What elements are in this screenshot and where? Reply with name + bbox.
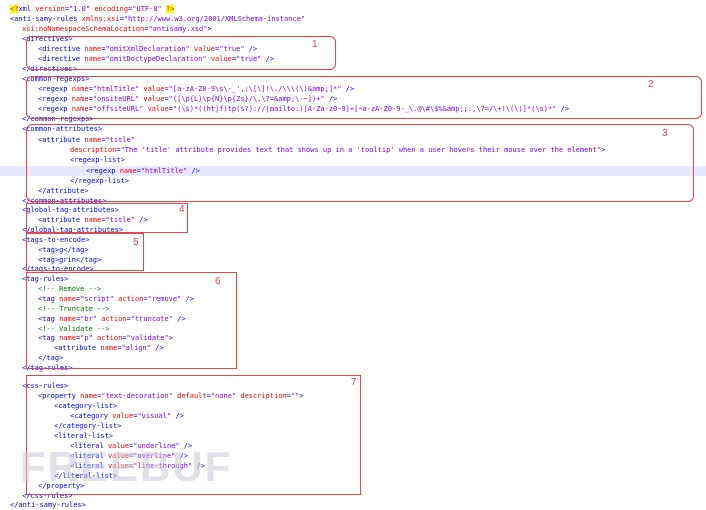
annotation-number-1: 1 bbox=[312, 39, 318, 50]
annotation-number-2: 2 bbox=[648, 79, 654, 90]
annotation-box-1 bbox=[26, 36, 336, 70]
annotation-box-2 bbox=[26, 76, 702, 119]
annotation-box-6 bbox=[26, 272, 237, 369]
annotation-number-4: 4 bbox=[179, 204, 185, 215]
xml-editor[interactable]: <?xml version="1.0" encoding="UTF-8" ?> <… bbox=[0, 0, 706, 509]
annotation-number-3: 3 bbox=[662, 128, 668, 139]
annotation-number-6: 6 bbox=[215, 276, 221, 287]
annotation-box-5 bbox=[26, 233, 144, 271]
code-line: </anti-samy-rules> bbox=[10, 501, 86, 509]
annotation-number-5: 5 bbox=[133, 237, 139, 248]
annotation-box-3 bbox=[26, 124, 694, 202]
code-line: xsi:noNamespaceSchemaLocation="antisamy.… bbox=[22, 25, 212, 33]
annotation-box-4 bbox=[26, 203, 188, 233]
code-line: <anti-samy-rules xmlns:xsi="http://www.w… bbox=[10, 15, 306, 23]
code-line: <?xml version="1.0" encoding="UTF-8" ?> bbox=[10, 5, 175, 13]
watermark-logo: FREEBUF bbox=[20, 443, 233, 490]
annotation-number-7: 7 bbox=[351, 377, 357, 388]
